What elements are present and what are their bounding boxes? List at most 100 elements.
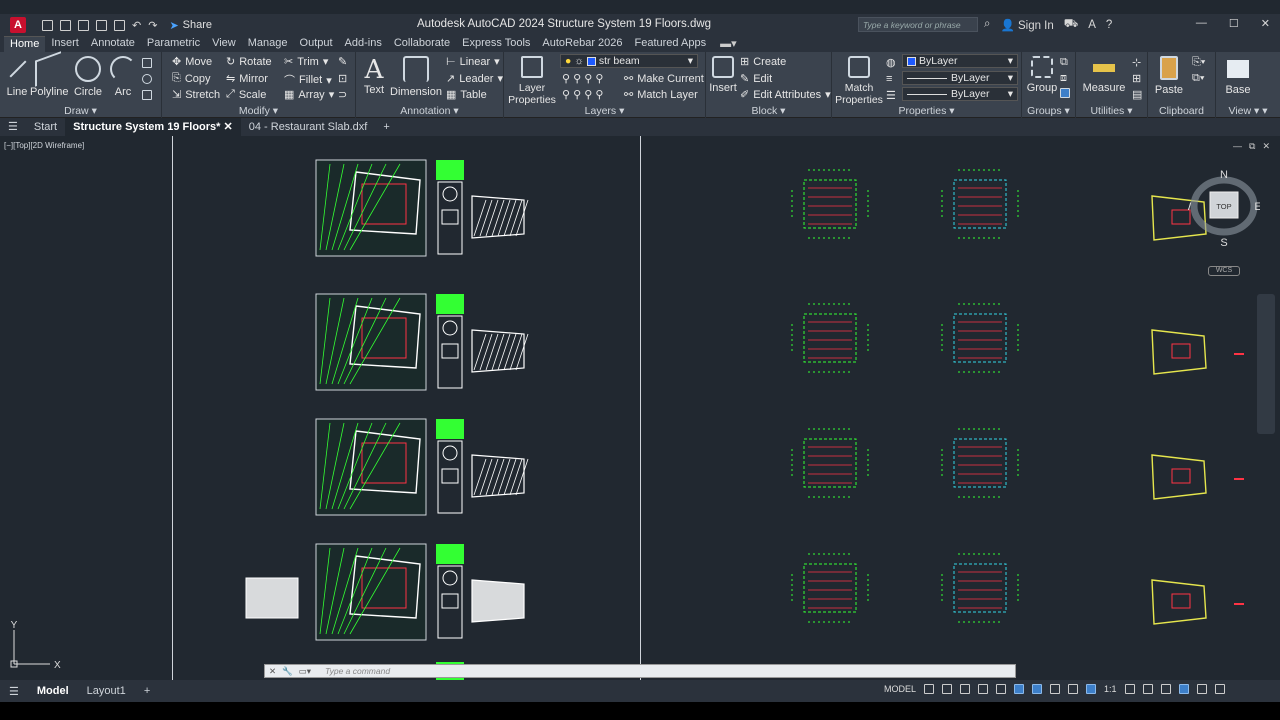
- match-layer-button[interactable]: ⚯ Match Layer: [624, 88, 698, 102]
- wcs-menu[interactable]: WCS: [1208, 266, 1240, 276]
- quick-select-icon[interactable]: ⊹: [1132, 56, 1141, 69]
- measure-button[interactable]: Measure: [1080, 56, 1128, 94]
- command-line[interactable]: ✕ 🔧 ▭▾ Type a command: [264, 664, 1016, 678]
- layers-panel-title[interactable]: Layers ▾: [504, 105, 705, 117]
- tab-autorebar[interactable]: AutoRebar 2026: [536, 36, 628, 52]
- redo-icon[interactable]: ↷: [148, 19, 157, 32]
- trim-button[interactable]: ✂ Trim ▾: [284, 55, 328, 69]
- annotation-visibility-icon[interactable]: [1086, 684, 1097, 694]
- paste-button[interactable]: Paste: [1154, 56, 1184, 96]
- copy-clip-icon[interactable]: ⎘▾: [1192, 56, 1205, 69]
- tab-insert[interactable]: Insert: [45, 36, 85, 52]
- minimize-icon[interactable]: —: [1196, 17, 1207, 30]
- utilities-panel-title[interactable]: Utilities ▾: [1076, 105, 1147, 117]
- transparency-icon[interactable]: [1068, 684, 1079, 694]
- groups-panel-title[interactable]: Groups ▾: [1022, 105, 1075, 117]
- offset-icon[interactable]: ⊃: [338, 88, 347, 101]
- tab-layout1[interactable]: Layout1: [78, 685, 135, 697]
- object-snap-tracking-icon[interactable]: [1014, 684, 1025, 694]
- add-icon[interactable]: [1142, 684, 1153, 694]
- linear-button[interactable]: ⊢ Linear ▾: [446, 55, 500, 69]
- fillet-button[interactable]: ⌒ Fillet ▾: [284, 72, 332, 88]
- dimension-button[interactable]: Dimension: [390, 56, 442, 98]
- rotate-button[interactable]: ↻ Rotate: [226, 55, 272, 69]
- workspace-gear-icon[interactable]: [1124, 684, 1135, 694]
- layer-tools-2-icon[interactable]: ⚲ ⚲ ⚲ ⚲: [562, 88, 603, 101]
- maximize-icon[interactable]: ☐: [1229, 17, 1239, 30]
- help-search-input[interactable]: Type a keyword or phrase: [858, 17, 978, 32]
- open-file-icon[interactable]: [60, 19, 71, 31]
- array-button[interactable]: ▦ Array ▾: [284, 88, 334, 102]
- arc-button[interactable]: Arc: [110, 56, 136, 98]
- copy-button[interactable]: ⎘ Copy: [172, 72, 211, 85]
- layout-menu-icon[interactable]: ☰: [0, 685, 28, 698]
- hatch-icon[interactable]: [142, 74, 152, 84]
- command-close-icon[interactable]: ✕: [269, 666, 276, 677]
- new-tab-icon[interactable]: +: [375, 118, 397, 136]
- menu-icon[interactable]: ☰: [0, 118, 26, 136]
- cart-icon[interactable]: ⛟: [1064, 17, 1078, 32]
- tab-parametric[interactable]: Parametric: [141, 36, 206, 52]
- annotation-scale[interactable]: 1:1: [1104, 684, 1117, 694]
- explode-icon[interactable]: ⊡: [338, 72, 347, 85]
- ortho-icon[interactable]: [960, 684, 971, 694]
- color-wheel-icon[interactable]: ◍: [886, 56, 896, 69]
- layer-properties-button[interactable]: Layer Properties: [508, 56, 556, 106]
- rectangle-icon[interactable]: [142, 58, 152, 68]
- app-store-icon[interactable]: A: [1088, 19, 1096, 31]
- linetype-dropdown[interactable]: ByLayer ▾: [902, 71, 1018, 85]
- block-panel-title[interactable]: Block ▾: [706, 105, 831, 117]
- fullscreen-icon[interactable]: [1196, 684, 1207, 694]
- stretch-button[interactable]: ⇲ Stretch: [172, 88, 220, 102]
- polar-icon[interactable]: [978, 684, 989, 694]
- ungroup-icon[interactable]: ⧉: [1060, 56, 1068, 69]
- tab-add-ins[interactable]: Add-ins: [339, 36, 388, 52]
- tab-express-tools[interactable]: Express Tools: [456, 36, 536, 52]
- tab-restaurant-slab[interactable]: 04 - Restaurant Slab.dxf: [241, 118, 376, 136]
- isolate-icon[interactable]: [1178, 684, 1189, 694]
- group-edit-icon[interactable]: ⧈: [1060, 72, 1067, 85]
- leader-button[interactable]: ↗ Leader ▾: [446, 72, 503, 86]
- match-properties-button[interactable]: Match Properties: [834, 56, 884, 106]
- help-icon[interactable]: ?: [1106, 19, 1112, 31]
- print-icon[interactable]: [114, 19, 125, 31]
- tab-annotate[interactable]: Annotate: [85, 36, 141, 52]
- drawing-canvas[interactable]: [−][Top][2D Wireframe] — ⧉ ✕ N S E W TOP…: [0, 136, 1280, 680]
- cut-icon[interactable]: ⧉▾: [1192, 72, 1204, 85]
- edit-attributes-button[interactable]: ✐ Edit Attributes ▾: [740, 88, 831, 102]
- close-icon[interactable]: ✕: [1261, 17, 1270, 30]
- calculator-icon[interactable]: ▤: [1132, 88, 1142, 101]
- tab-start[interactable]: Start: [26, 118, 65, 136]
- isodraft-icon[interactable]: [996, 684, 1007, 694]
- save-icon[interactable]: [78, 19, 89, 31]
- line-button[interactable]: Line: [4, 56, 30, 98]
- group-button[interactable]: Group: [1024, 56, 1060, 94]
- tab-output[interactable]: Output: [294, 36, 339, 52]
- navigation-bar[interactable]: [1257, 294, 1275, 434]
- view-panel-title[interactable]: View ▾ ▾: [1216, 105, 1280, 117]
- insert-button[interactable]: Insert: [708, 56, 738, 94]
- object-snap-icon[interactable]: [1032, 684, 1043, 694]
- group-select-icon[interactable]: [1060, 88, 1070, 98]
- tab-manage[interactable]: Manage: [242, 36, 294, 52]
- snap-icon[interactable]: [942, 684, 953, 694]
- viewport-minimize-icon[interactable]: —: [1233, 141, 1242, 152]
- erase-icon[interactable]: ✎: [338, 55, 347, 68]
- make-current-button[interactable]: ⚯ Make Current: [624, 72, 704, 86]
- base-button[interactable]: Base: [1224, 56, 1252, 96]
- lineweight-toggle-icon[interactable]: [1050, 684, 1061, 694]
- table-draw-icon[interactable]: [142, 90, 152, 100]
- linetype-icon[interactable]: ≡: [886, 73, 892, 85]
- save-as-icon[interactable]: [96, 19, 107, 31]
- circle-button[interactable]: Circle: [72, 56, 104, 98]
- ribbon-toggle-icon[interactable]: ▬▾: [720, 37, 737, 52]
- scale-button[interactable]: ⤢ Scale: [226, 88, 266, 101]
- annotation-panel-title[interactable]: Annotation ▾: [356, 105, 503, 117]
- text-button[interactable]: A Text: [362, 56, 386, 96]
- tab-collaborate[interactable]: Collaborate: [388, 36, 456, 52]
- tab-model[interactable]: Model: [28, 685, 78, 697]
- units-icon[interactable]: [1160, 684, 1171, 694]
- autocad-logo[interactable]: A: [10, 17, 26, 33]
- command-customize-icon[interactable]: 🔧: [282, 666, 293, 677]
- lineweight-icon[interactable]: ☰: [886, 89, 896, 102]
